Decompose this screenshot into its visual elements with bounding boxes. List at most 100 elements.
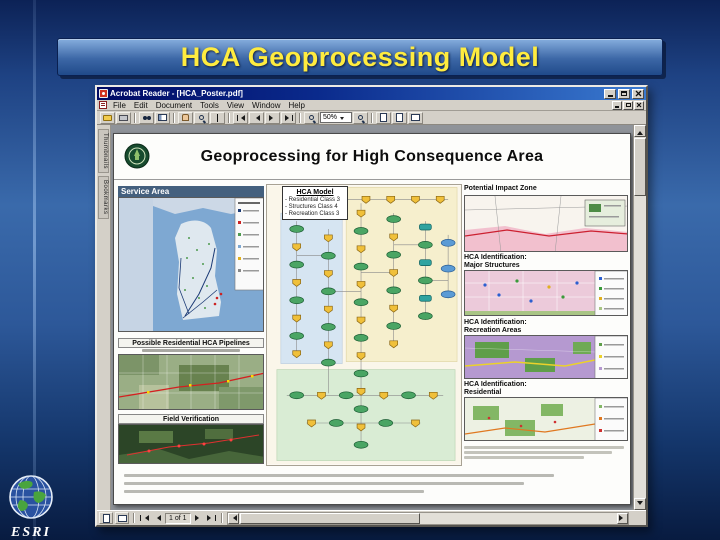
last-page-icon <box>214 515 216 521</box>
fit-width-button[interactable] <box>408 111 423 124</box>
slide-background: HCA Geoprocessing Model Acrobat Reader -… <box>0 0 720 540</box>
arrow-right-icon <box>284 114 292 121</box>
zoom-in-button[interactable] <box>353 111 368 124</box>
toolbar-separator <box>371 112 373 123</box>
horizontal-scroll-thumb[interactable] <box>239 512 420 524</box>
magnifier-icon <box>199 115 204 120</box>
open-file-icon <box>103 114 112 121</box>
document-content-area: Thumbnails Bookmarks Geoprocessing for H… <box>97 125 646 510</box>
residential-note-line <box>464 451 612 454</box>
close-button[interactable] <box>632 88 644 99</box>
zoom-level-select[interactable]: 50% <box>320 112 352 123</box>
child-restore-button[interactable] <box>623 100 633 110</box>
horizontal-scrollbar[interactable] <box>226 511 629 525</box>
prev-page-nav-button[interactable] <box>152 512 163 524</box>
arrow-right-icon <box>619 515 626 521</box>
maximize-button[interactable] <box>618 88 630 99</box>
arrow-up-icon <box>637 128 643 135</box>
recreation-label-line2: Recreation Areas <box>464 327 522 334</box>
child-minimize-button[interactable] <box>612 100 622 110</box>
last-page-button[interactable] <box>281 111 296 124</box>
tab-thumbnails[interactable]: Thumbnails <box>98 129 109 174</box>
chevron-down-icon <box>340 116 345 122</box>
open-button[interactable] <box>100 111 115 124</box>
window-title: Acrobat Reader - [HCA_Poster.pdf] <box>110 89 243 98</box>
scroll-down-button[interactable] <box>634 498 646 510</box>
scroll-left-button[interactable] <box>227 512 239 524</box>
acrobat-titlebar[interactable]: Acrobat Reader - [HCA_Poster.pdf] <box>97 87 646 100</box>
vertical-scrollbar[interactable] <box>633 125 646 510</box>
menu-window[interactable]: Window <box>248 100 284 111</box>
print-button[interactable] <box>116 111 131 124</box>
hand-icon <box>182 114 189 121</box>
print-icon <box>119 114 128 121</box>
zoom-out-icon <box>309 115 314 120</box>
residential-label-line2: Residential <box>464 389 502 396</box>
first-page-icon <box>140 515 141 521</box>
service-area-label: Service Area <box>118 186 264 197</box>
menu-view[interactable]: View <box>223 100 248 111</box>
acrobat-toolbar: 50% <box>97 111 646 125</box>
arrow-left-icon <box>230 515 237 521</box>
single-page-mode-button[interactable] <box>99 512 113 524</box>
arrow-left-icon <box>238 114 245 121</box>
field-verification-label: Field Verification <box>118 414 264 424</box>
acrobat-statusbar: 1 of 1 <box>97 510 646 525</box>
text-select-button[interactable] <box>210 111 225 124</box>
slide-title-banner: HCA Geoprocessing Model <box>57 38 663 76</box>
residential-note-line <box>464 446 624 449</box>
hca-model-title: HCA Model <box>296 189 334 196</box>
pipelines-panel-subtitle-placeholder <box>142 349 240 352</box>
zoom-out-button[interactable] <box>304 111 319 124</box>
recreation-areas-map <box>464 335 628 379</box>
hca-model-line: - Recreation Class 3 <box>285 211 340 217</box>
fit-page-icon <box>396 113 403 122</box>
toolbar-separator <box>134 112 136 123</box>
prev-page-button[interactable] <box>249 111 264 124</box>
hca-model-box: HCA Model - Residential Class 3 - Struct… <box>282 186 348 220</box>
maximize-icon <box>621 91 627 96</box>
next-page-button[interactable] <box>265 111 280 124</box>
first-page-nav-button[interactable] <box>139 512 150 524</box>
pipelines-map <box>118 354 264 410</box>
residential-note-line <box>464 456 584 459</box>
menu-document[interactable]: Document <box>152 100 196 111</box>
child-close-button[interactable] <box>634 100 644 110</box>
last-page-nav-button[interactable] <box>206 512 217 524</box>
scroll-up-button[interactable] <box>634 125 646 137</box>
pipelines-panel-label: Possible Residential HCA Pipelines <box>118 338 264 348</box>
menu-file[interactable]: File <box>109 100 130 111</box>
acrobat-window: Acrobat Reader - [HCA_Poster.pdf] File E… <box>95 85 648 527</box>
nav-pane-button[interactable] <box>155 111 170 124</box>
acrobat-menubar: File Edit Document Tools View Window Hel… <box>97 100 646 111</box>
first-page-button[interactable] <box>233 111 248 124</box>
pdf-page: Geoprocessing for High Consequence Area … <box>113 133 631 505</box>
continuous-mode-button[interactable] <box>115 512 129 524</box>
actual-size-icon <box>380 113 387 122</box>
esri-globe-icon <box>9 475 53 519</box>
major-structures-map <box>464 270 628 316</box>
actual-size-button[interactable] <box>376 111 391 124</box>
menu-tools[interactable]: Tools <box>196 100 223 111</box>
document-icon[interactable] <box>99 101 107 109</box>
zoom-level-value: 50% <box>323 114 338 121</box>
statusbar-separator <box>220 513 223 523</box>
child-restore-icon <box>625 103 631 107</box>
residential-map <box>464 397 628 441</box>
minimize-button[interactable] <box>604 88 616 99</box>
menu-help[interactable]: Help <box>285 100 309 111</box>
toolbar-separator <box>299 112 301 123</box>
hand-tool-button[interactable] <box>178 111 193 124</box>
fit-page-button[interactable] <box>392 111 407 124</box>
poster-footnote-line <box>124 482 524 485</box>
find-button[interactable] <box>139 111 154 124</box>
vertical-scroll-thumb[interactable] <box>634 138 646 196</box>
menu-edit[interactable]: Edit <box>130 100 152 111</box>
page-indicator[interactable]: 1 of 1 <box>165 512 191 524</box>
next-page-nav-button[interactable] <box>193 512 204 524</box>
zoom-in-icon <box>358 115 363 120</box>
tab-bookmarks[interactable]: Bookmarks <box>98 176 109 219</box>
major-structures-label: HCA Identification: Major Structures <box>464 254 628 270</box>
zoom-tool-button[interactable] <box>194 111 209 124</box>
scroll-right-button[interactable] <box>617 512 628 524</box>
